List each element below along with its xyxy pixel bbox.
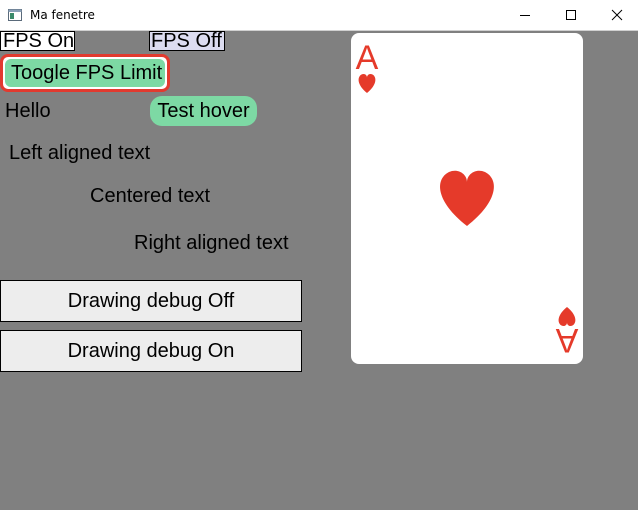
title-bar[interactable]: Ma fenetre (0, 0, 638, 31)
toggle-fps-limit-label: Toogle FPS Limit (5, 59, 165, 87)
app-window: Ma fenetre FPS On FPS Off Toogle FPS Lim… (0, 0, 638, 510)
fps-off-button[interactable]: FPS Off (149, 31, 225, 51)
left-aligned-label: Left aligned text (9, 142, 151, 164)
playing-card[interactable]: A A (351, 33, 583, 364)
window-title: Ma fenetre (30, 8, 95, 22)
client-area: FPS On FPS Off Toogle FPS Limit Hello Te… (0, 31, 638, 510)
card-rank-top: A (356, 39, 379, 77)
centered-label: Centered text (90, 185, 211, 207)
hello-label: Hello (5, 100, 51, 122)
fps-on-button[interactable]: FPS On (0, 31, 75, 51)
right-aligned-label: Right aligned text (134, 232, 289, 254)
card-face: A A (356, 39, 579, 359)
drawing-debug-on-button[interactable]: Drawing debug On (0, 330, 302, 372)
card-rank-bottom: A (555, 321, 578, 359)
close-icon (611, 9, 623, 21)
drawing-debug-off-button[interactable]: Drawing debug Off (0, 280, 302, 322)
minimize-icon (520, 15, 530, 16)
minimize-button[interactable] (502, 0, 548, 30)
maximize-icon (566, 10, 576, 20)
heart-icon (440, 170, 494, 226)
toggle-fps-limit-button[interactable]: Toogle FPS Limit (0, 54, 170, 92)
test-hover-button[interactable]: Test hover (150, 96, 257, 126)
close-button[interactable] (594, 0, 638, 30)
app-window-icon (8, 9, 22, 21)
maximize-button[interactable] (548, 0, 594, 30)
